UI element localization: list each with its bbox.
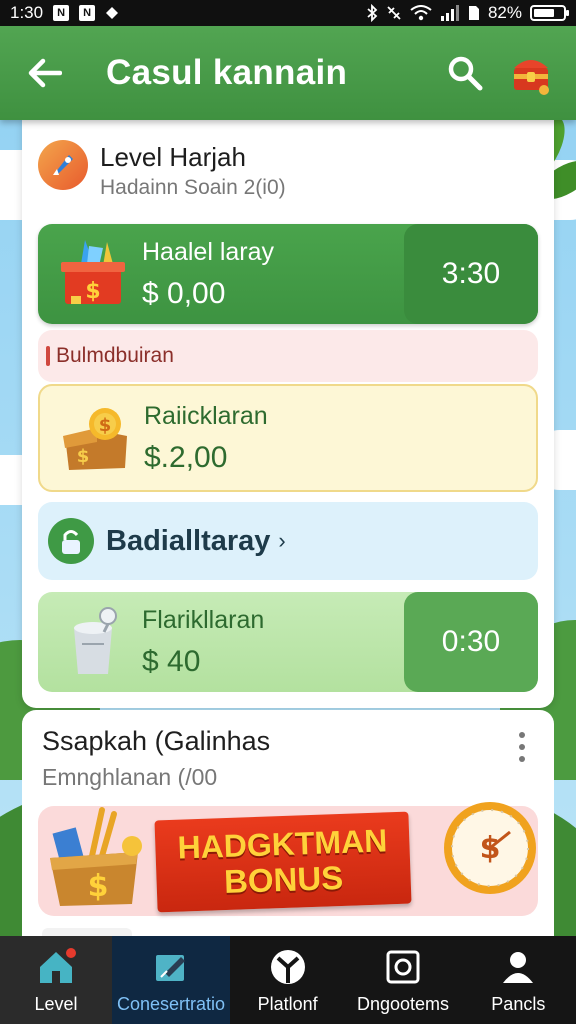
platform-glyph bbox=[270, 950, 305, 984]
level-title: Level Harjah bbox=[100, 142, 246, 172]
nav-pancls[interactable]: Pancls bbox=[461, 936, 576, 1024]
level-subtitle: Hadainn Soain 2(i0) bbox=[100, 176, 286, 199]
nav-label: Dngootems bbox=[356, 994, 450, 1014]
edit-board-icon bbox=[150, 946, 192, 988]
dot bbox=[519, 756, 525, 762]
notification-icon: N bbox=[79, 5, 96, 21]
row-amount: $ 0,00 bbox=[142, 276, 226, 310]
camera-icon bbox=[382, 946, 424, 988]
category-label: Bulmdbuiran bbox=[56, 344, 174, 367]
dot bbox=[519, 744, 525, 750]
reward-thumb bbox=[50, 599, 136, 685]
platform-icon bbox=[267, 946, 309, 988]
svg-text:$: $ bbox=[85, 279, 100, 304]
reward-thumb: $ $ bbox=[52, 395, 138, 481]
signal-icon bbox=[440, 5, 459, 21]
chevron-right-icon: › bbox=[278, 528, 286, 553]
timer-badge: 0:30 bbox=[404, 592, 538, 692]
search-icon bbox=[448, 56, 483, 91]
nav-level[interactable]: Level bbox=[0, 936, 112, 1024]
back-button[interactable] bbox=[22, 50, 68, 96]
level-card: Level Harjah Hadainn Soain 2(i0) $ Haale… bbox=[22, 118, 554, 708]
user-icon bbox=[497, 946, 539, 988]
category-title: Badialltaray bbox=[106, 524, 271, 557]
sim-icon bbox=[468, 6, 479, 20]
lock-glyph bbox=[62, 530, 80, 554]
bonus-label: BONUS bbox=[223, 858, 344, 901]
treasure-box-icon: $ $ bbox=[63, 408, 127, 470]
nav-dngootems[interactable]: Dngootems bbox=[345, 936, 460, 1024]
status-bar: 1:30 N N 82% bbox=[0, 0, 576, 26]
timer-value: 3:30 bbox=[441, 257, 501, 290]
notification-badge bbox=[64, 946, 78, 960]
timer-value: 0:30 bbox=[441, 625, 501, 658]
bonus-card: Ssapkah (Galinhas Emnghlanan (/00 $ HADG… bbox=[22, 710, 554, 950]
bottom-navigation: Level Conesertratio Platlonf Dngootems P… bbox=[0, 936, 576, 1024]
dot bbox=[519, 732, 525, 738]
row-name: Raiicklaran bbox=[144, 401, 268, 430]
row-amount: $ 40 bbox=[142, 644, 201, 678]
bonus-title: HADGKTMAN bbox=[176, 822, 388, 866]
gold-basket-icon: $ bbox=[50, 807, 142, 906]
nav-platform[interactable]: Platlonf bbox=[230, 936, 345, 1024]
app-bar: Casul kannain bbox=[0, 26, 576, 120]
camera-glyph bbox=[386, 950, 420, 984]
reward-row-2[interactable]: $ $ Raiicklaran $.2,00 bbox=[38, 384, 538, 492]
edit-board-glyph bbox=[156, 955, 185, 981]
svg-text:$: $ bbox=[77, 446, 90, 467]
shop-button[interactable] bbox=[508, 50, 554, 96]
battery-percent: 82% bbox=[487, 3, 522, 22]
section-subtitle: Emnghlanan (/00 bbox=[42, 764, 218, 790]
reward-row-1[interactable]: $ Haalel laray $ 0,00 3:30 bbox=[38, 224, 538, 324]
row-name: Haalel laray bbox=[142, 237, 275, 266]
page-title: Casul kannain bbox=[106, 53, 348, 92]
bluetooth-icon bbox=[367, 4, 378, 22]
accent-bar bbox=[46, 346, 50, 366]
row-name: Flarikllaran bbox=[142, 605, 265, 634]
lock-icon bbox=[48, 518, 94, 564]
mute-icon bbox=[387, 6, 401, 20]
timer-badge: 3:30 bbox=[404, 224, 538, 324]
user-glyph bbox=[503, 952, 534, 983]
back-arrow-icon bbox=[28, 58, 62, 88]
nav-conesertratio[interactable]: Conesertratio bbox=[112, 936, 230, 1024]
battery-icon bbox=[530, 5, 569, 21]
category-row[interactable]: Badialltaray › bbox=[38, 502, 538, 580]
diamond-icon bbox=[106, 7, 119, 19]
level-icon bbox=[38, 140, 88, 190]
rocket-icon bbox=[53, 155, 73, 175]
wifi-icon bbox=[410, 5, 432, 21]
treasure-chest-icon bbox=[514, 60, 549, 95]
row-amount: $.2,00 bbox=[144, 440, 228, 474]
bonus-banner: HADGKTMAN BONUS bbox=[154, 811, 412, 913]
nav-label: Level bbox=[34, 994, 78, 1014]
reward-row-3[interactable]: Flarikllaran $ 40 0:30 bbox=[38, 592, 538, 692]
svg-text:$: $ bbox=[480, 831, 501, 866]
svg-text:$: $ bbox=[99, 415, 112, 436]
bucket-icon bbox=[74, 607, 117, 674]
section-title: Ssapkah (Galinhas bbox=[42, 726, 271, 756]
more-options-button[interactable] bbox=[512, 732, 532, 762]
svg-text:$: $ bbox=[88, 869, 109, 904]
clock-icon: $ bbox=[444, 802, 536, 894]
nav-label: Pancls bbox=[491, 994, 546, 1014]
nav-label: Platlonf bbox=[257, 994, 318, 1014]
reward-thumb: $ bbox=[50, 231, 136, 317]
nav-label: Conesertratio bbox=[116, 994, 226, 1014]
notification-icon: N bbox=[53, 5, 70, 21]
bonus-banner-row[interactable]: $ HADGKTMAN BONUS $ bbox=[38, 802, 538, 916]
status-time: 1:30 bbox=[10, 3, 44, 22]
category-label-row: Bulmdbuiran bbox=[38, 330, 538, 382]
gift-box-icon: $ bbox=[61, 240, 125, 304]
search-button[interactable] bbox=[442, 50, 488, 96]
